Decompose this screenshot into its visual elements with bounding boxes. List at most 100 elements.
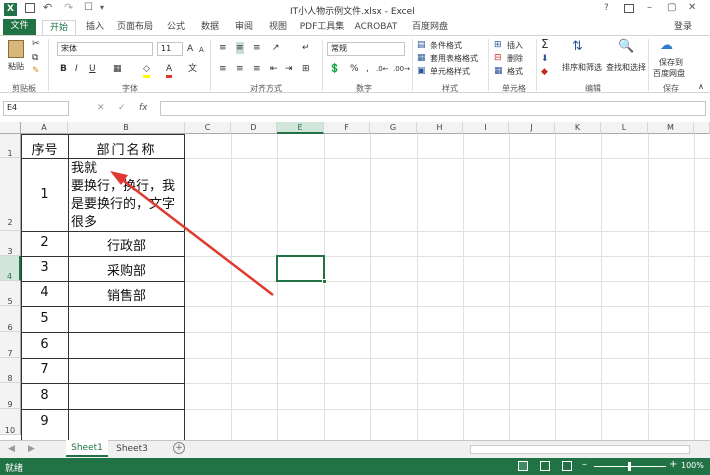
bold-icon[interactable]: B [60,63,67,75]
status-bar: 就绪 – + 100% [0,458,710,475]
new-sheet-icon[interactable]: + [173,442,185,454]
page-break-view-icon[interactable] [562,461,572,471]
tab-view[interactable]: 视图 [264,20,292,35]
delete-cells-icon[interactable]: ⊟ [494,52,502,64]
save-to-baidu-line1[interactable]: 保存到 [659,57,683,68]
scroll-left-icon[interactable]: ◀ [8,443,15,455]
format-painter-icon[interactable]: ✎ [32,65,40,77]
paste-button[interactable]: 粘贴 [8,61,24,72]
ribbon-tabs: 文件 开始 插入 页面布局 公式 数据 审阅 视图 PDF工具集 ACROBAT… [0,19,710,35]
find-select-button[interactable]: 查找和选择 [606,62,646,73]
touch-mode-icon[interactable]: ☐ [84,2,93,13]
name-box[interactable]: E4 [3,101,69,116]
align-left-icon[interactable]: ≡ [219,63,227,75]
cell-style-button[interactable]: 单元格样式 [430,66,470,77]
italic-icon[interactable]: I [75,63,78,75]
align-top-icon[interactable]: ≡ [219,42,227,54]
decrease-indent-icon[interactable]: ⇤ [270,63,278,75]
autosum-icon[interactable]: Σ [541,38,549,50]
percent-icon[interactable]: % [350,63,359,75]
cancel-entry-icon[interactable]: ✕ [97,102,105,114]
zoom-in-icon[interactable]: + [669,459,677,470]
confirm-entry-icon[interactable]: ✓ [118,102,126,114]
cut-icon[interactable]: ✂ [32,38,40,50]
save-to-baidu-line2[interactable]: 百度网盘 [653,68,685,79]
accounting-format-icon[interactable]: 💲 [329,63,340,75]
increase-decimal-icon[interactable]: .0← [376,63,389,75]
sheet-tab-sheet3[interactable]: Sheet3 [112,441,152,457]
fill-icon[interactable]: ⬇ [541,53,549,65]
underline-icon[interactable]: U [89,63,96,75]
tab-baidu-netdisk[interactable]: 百度网盘 [408,20,452,35]
help-button[interactable]: ? [604,3,609,13]
restore-button[interactable]: ▢ [667,2,676,13]
font-color-icon[interactable]: A [166,63,173,78]
tab-pdf-tools[interactable]: PDF工具集 [298,20,346,35]
zoom-level[interactable]: 100% [681,461,704,470]
baidu-cloud-icon[interactable]: ☁ [660,39,673,52]
comma-style-icon[interactable]: , [366,63,369,75]
merge-center-icon[interactable]: ⊞ [302,63,310,75]
conditional-format-icon[interactable]: ▤ [417,39,426,51]
tab-page-layout[interactable]: 页面布局 [114,20,156,35]
phonetic-icon[interactable]: 文 [188,63,197,75]
save-icon[interactable] [25,3,35,13]
format-cells-button[interactable]: 格式 [507,66,523,77]
zoom-out-icon[interactable]: – [582,459,587,470]
clear-icon[interactable]: ◆ [541,66,548,78]
grow-font-icon[interactable]: A [187,43,193,55]
align-bottom-icon[interactable]: ≡ [253,42,261,54]
worksheet-grid[interactable]: A B C D E F G H I J K L M 1 2 3 4 5 6 7 … [0,122,710,440]
zoom-slider-thumb[interactable] [628,462,631,471]
find-select-icon[interactable]: 🔍 [618,40,634,53]
align-right-icon[interactable]: ≡ [253,63,261,75]
fill-color-icon[interactable]: ◇ [143,63,150,78]
customize-qat-icon[interactable]: ▾ [100,3,104,12]
close-button[interactable]: ✕ [688,2,696,13]
table-format-button[interactable]: 套用表格格式 [430,53,478,64]
formula-input[interactable] [160,101,706,116]
tab-file[interactable]: 文件 [3,19,36,35]
collapse-ribbon-icon[interactable]: ∧ [698,81,704,93]
tab-review[interactable]: 审阅 [230,20,258,35]
conditional-format-button[interactable]: 条件格式 [430,40,462,51]
insert-function-button[interactable]: fx [139,102,148,114]
scroll-right-icon[interactable]: ▶ [28,443,35,455]
sheet-tab-sheet1[interactable]: Sheet1 [66,440,108,457]
font-size-dropdown[interactable]: 11 [157,42,183,56]
orientation-icon[interactable]: ↗ [272,42,280,54]
paste-icon[interactable] [8,40,24,58]
increase-indent-icon[interactable]: ⇥ [285,63,293,75]
border-icon[interactable]: ▦ [113,63,122,75]
ribbon-display-icon[interactable] [624,4,634,13]
wrap-text-icon[interactable]: ↵ [302,42,310,54]
align-middle-icon[interactable]: ≡ [236,42,244,54]
number-format-dropdown[interactable]: 常规 [327,42,405,56]
format-cells-icon[interactable]: ▦ [494,65,503,77]
horizontal-scrollbar[interactable] [470,445,690,454]
insert-cells-button[interactable]: 插入 [507,40,523,51]
font-name-dropdown[interactable]: 宋体 [57,42,153,56]
undo-icon[interactable]: ↶ [43,1,52,14]
redo-icon[interactable]: ↷ [64,1,73,14]
divider [322,39,323,91]
insert-cells-icon[interactable]: ⊞ [494,39,502,51]
tab-acrobat[interactable]: ACROBAT [354,20,398,35]
table-format-icon[interactable]: ▦ [417,52,426,64]
copy-icon[interactable]: ⧉ [32,52,38,64]
normal-view-icon[interactable] [518,461,528,471]
login-link[interactable]: 登录 [668,20,698,35]
tab-home[interactable]: 开始 [42,20,76,35]
cell-style-icon[interactable]: ▣ [417,65,426,77]
page-layout-view-icon[interactable] [540,461,550,471]
shrink-font-icon[interactable]: A [199,44,204,56]
align-center-icon[interactable]: ≡ [236,63,244,75]
sort-filter-button[interactable]: 排序和筛选 [562,62,602,73]
decrease-decimal-icon[interactable]: .00→ [393,63,410,75]
minimize-button[interactable]: – [647,2,652,13]
sort-filter-icon[interactable]: ⇅ [572,40,583,53]
tab-data[interactable]: 数据 [196,20,224,35]
tab-insert[interactable]: 插入 [80,20,110,35]
delete-cells-button[interactable]: 删除 [507,53,523,64]
tab-formulas[interactable]: 公式 [162,20,190,35]
